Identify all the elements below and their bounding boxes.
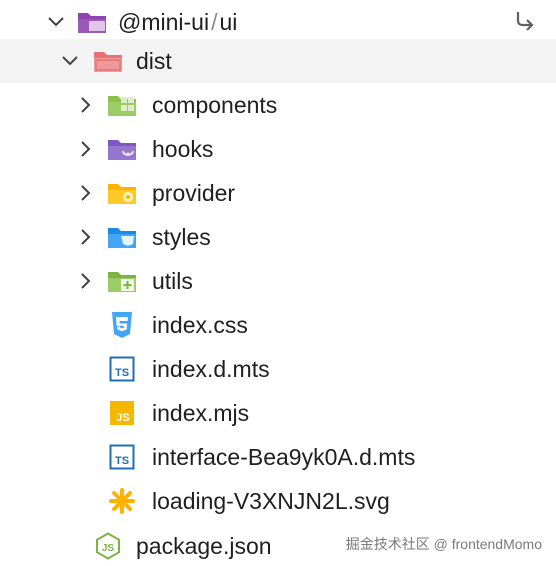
svg-file-icon <box>106 487 138 515</box>
file-label: index.mjs <box>152 400 250 426</box>
styles-folder-icon <box>106 223 138 251</box>
chevron-right-icon[interactable] <box>72 179 100 207</box>
root-subfolder-name: ui <box>219 9 238 35</box>
root-folder-label: @mini-ui/ui <box>118 6 237 38</box>
path-separator: / <box>211 9 218 35</box>
return-arrow-icon[interactable] <box>512 8 538 34</box>
chevron-down-icon[interactable] <box>42 8 70 36</box>
folder-label: utils <box>152 268 193 294</box>
tree-row-root[interactable]: @mini-ui/ui <box>0 0 556 44</box>
svg-text:TS: TS <box>115 367 129 379</box>
components-folder-icon <box>106 91 138 119</box>
javascript-file-icon: JS <box>106 399 138 427</box>
folder-label: hooks <box>152 136 214 162</box>
nodejs-file-icon: JS <box>92 532 124 560</box>
tree-row-folder[interactable]: components <box>0 83 556 127</box>
svg-text:JS: JS <box>102 543 115 554</box>
tree-row-folder[interactable]: hooks <box>0 127 556 171</box>
folder-label: styles <box>152 224 211 250</box>
folder-label: components <box>152 92 278 118</box>
tree-row-folder[interactable]: utils <box>0 259 556 303</box>
root-folder-name: @mini-ui <box>118 9 210 35</box>
file-label: interface-Bea9yk0A.d.mts <box>152 444 416 470</box>
hooks-folder-icon <box>106 135 138 163</box>
svg-text:TS: TS <box>115 455 129 467</box>
svg-text:JS: JS <box>116 412 129 424</box>
tree-row-folder[interactable]: provider <box>0 171 556 215</box>
provider-folder-icon <box>106 179 138 207</box>
watermark: 掘金技术社区 @ frontendMomo <box>345 536 542 552</box>
utils-folder-icon <box>106 267 138 295</box>
file-label: index.css <box>152 312 248 338</box>
tree-row-file[interactable]: TS interface-Bea9yk0A.d.mts <box>0 435 556 479</box>
tree-row-dist[interactable]: dist <box>0 39 556 83</box>
typescript-file-icon: TS <box>106 443 138 471</box>
file-label: index.d.mts <box>152 356 270 382</box>
tree-row-file[interactable]: JS index.mjs <box>0 391 556 435</box>
dist-folder-label: dist <box>136 48 172 74</box>
folder-label: provider <box>152 180 236 206</box>
tree-row-file[interactable]: index.css <box>0 303 556 347</box>
css-file-icon <box>106 311 138 339</box>
file-label: package.json <box>136 533 272 559</box>
tree-row-file[interactable]: TS index.d.mts <box>0 347 556 391</box>
package-folder-icon <box>76 8 108 36</box>
tree-row-folder[interactable]: styles <box>0 215 556 259</box>
chevron-right-icon[interactable] <box>72 91 100 119</box>
typescript-file-icon: TS <box>106 355 138 383</box>
chevron-right-icon[interactable] <box>72 267 100 295</box>
chevron-right-icon[interactable] <box>72 223 100 251</box>
file-label: loading-V3XNJN2L.svg <box>152 488 390 514</box>
tree-row-file[interactable]: loading-V3XNJN2L.svg <box>0 479 556 523</box>
chevron-right-icon[interactable] <box>72 135 100 163</box>
dist-folder-icon <box>92 47 124 75</box>
chevron-down-icon[interactable] <box>56 47 84 75</box>
file-explorer-tree: @mini-ui/ui dist components hooks provid… <box>0 0 556 566</box>
